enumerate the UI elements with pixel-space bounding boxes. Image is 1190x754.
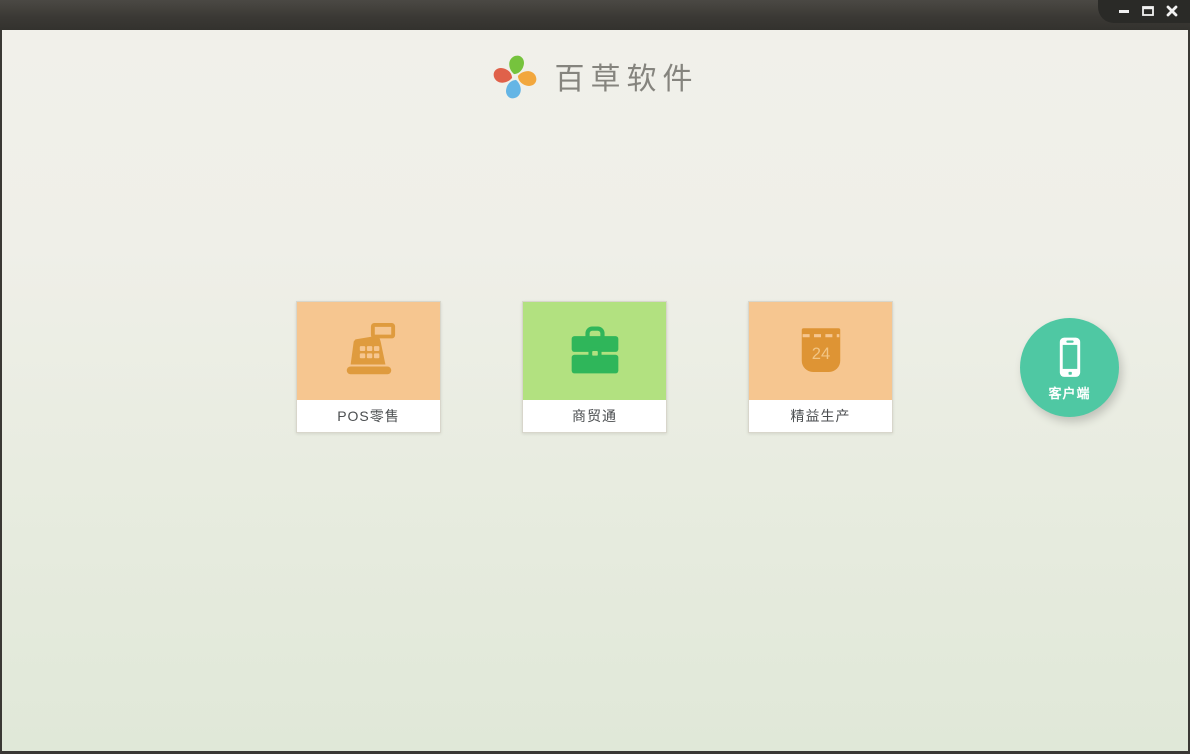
smartphone-icon	[1059, 337, 1080, 377]
product-label-pos: POS零售	[297, 400, 440, 432]
minimize-button[interactable]	[1116, 3, 1132, 19]
maximize-icon	[1142, 5, 1154, 16]
product-card-lean[interactable]: 24 精益生产	[748, 301, 893, 433]
client-button-label: 客户端	[1048, 385, 1091, 401]
product-label-trade: 商贸通	[523, 400, 666, 432]
minimize-icon	[1119, 9, 1129, 13]
pinwheel-logo-icon	[493, 55, 536, 99]
app-title: 百草软件	[554, 62, 699, 97]
product-label-lean: 精益生产	[749, 400, 892, 432]
product-card-pos[interactable]: POS零售	[296, 301, 441, 433]
cash-register-icon	[346, 322, 395, 375]
close-button[interactable]	[1164, 3, 1180, 19]
maximize-button[interactable]	[1140, 3, 1156, 19]
product-tile-trade	[523, 302, 666, 400]
brand-header: 百草软件	[2, 51, 1188, 101]
close-icon	[1166, 5, 1178, 16]
calendar-icon: 24	[801, 328, 840, 372]
app-window: 百草软件 POS零售 商贸通 24 精益生产 客户端	[0, 0, 1190, 754]
titlebar[interactable]	[0, 0, 1190, 30]
briefcase-icon	[571, 326, 618, 374]
product-tile-lean: 24	[749, 302, 892, 400]
calendar-day-number: 24	[811, 344, 829, 363]
product-tile-pos	[297, 302, 440, 400]
main-content: 百草软件 POS零售 商贸通 24 精益生产 客户端	[2, 30, 1188, 751]
product-card-trade[interactable]: 商贸通	[522, 301, 667, 433]
client-button[interactable]: 客户端	[1020, 318, 1119, 417]
window-controls	[1098, 0, 1190, 23]
